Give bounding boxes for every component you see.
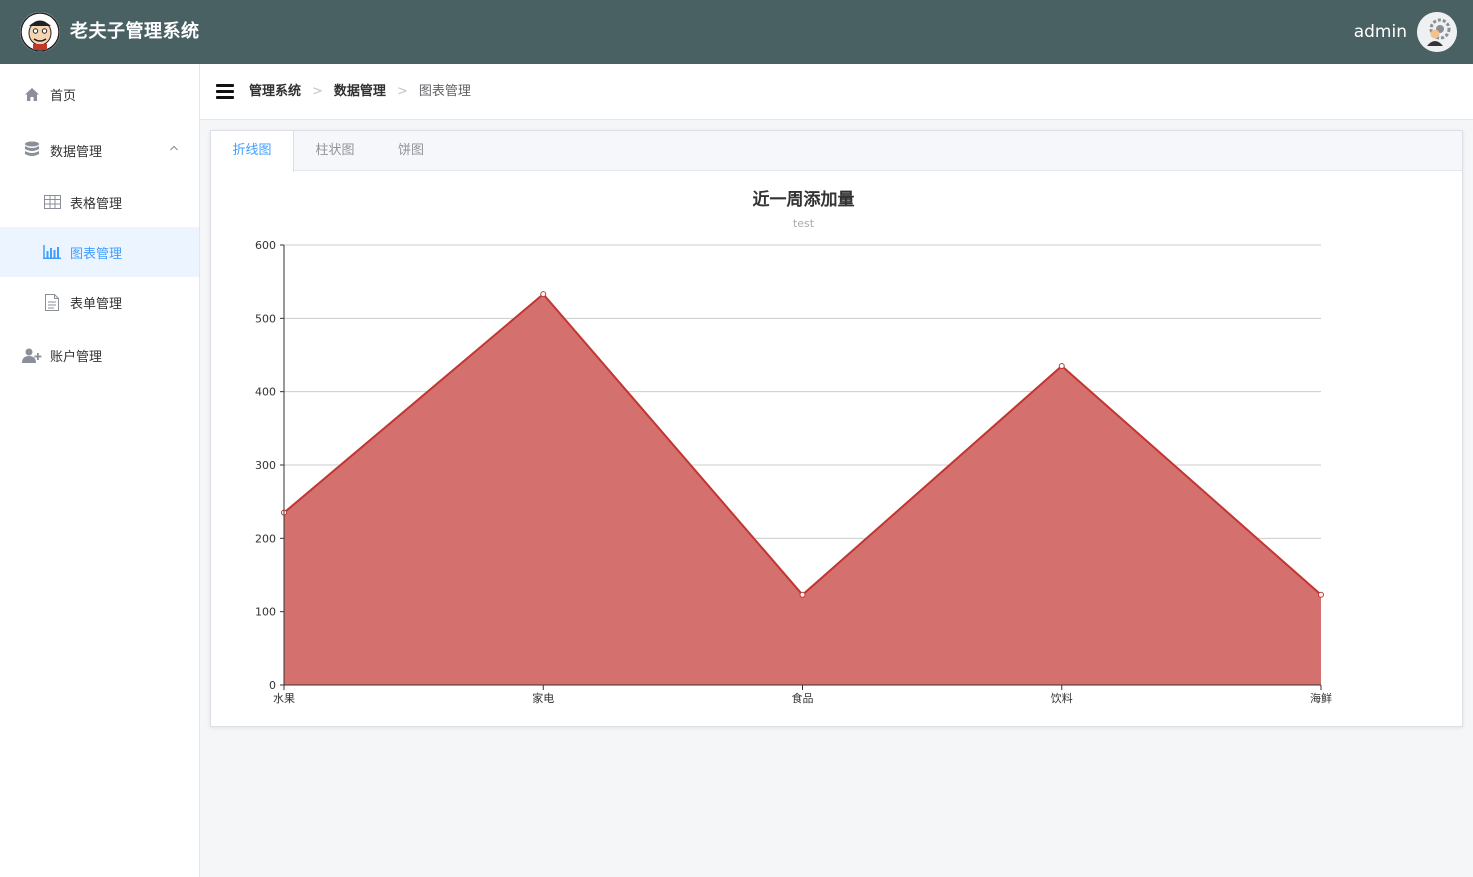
sidebar-item-label: 表单管理 (70, 296, 123, 312)
y-tick-label: 100 (255, 606, 276, 619)
y-tick-label: 300 (255, 459, 276, 472)
x-tick-label: 海鲜 (1310, 691, 1332, 705)
y-tick-label: 0 (269, 679, 276, 692)
bar-chart-icon (42, 242, 62, 262)
username[interactable]: admin (1354, 20, 1407, 44)
sidebar-item-chart-management[interactable]: 图表管理 (0, 227, 199, 277)
table-icon (42, 192, 62, 212)
document-icon (42, 292, 62, 312)
sidebar-item-label: 图表管理 (70, 246, 123, 262)
area-chart: 近一周添加量 test 0 100 200 300 400 500 600 水果 家电 食品 饮料 海鲜 (255, 189, 1332, 705)
sidebar-item-label: 数据管理 (50, 144, 103, 160)
breadcrumb-bar: 管理系统 > 数据管理 > 图表管理 (200, 64, 1473, 120)
chevron-up-icon (169, 142, 179, 157)
logo (20, 12, 60, 52)
chart-subtitle: test (793, 217, 815, 230)
series-area (284, 294, 1321, 685)
breadcrumb-item[interactable]: 管理系统 (249, 82, 301, 102)
data-point (1058, 363, 1065, 369)
database-icon (22, 140, 42, 160)
x-tick-label: 家电 (532, 691, 554, 705)
x-tick-label: 水果 (273, 692, 295, 705)
breadcrumb-item[interactable]: 数据管理 (334, 82, 386, 102)
home-icon (22, 84, 42, 104)
app-title: 老夫子管理系统 (70, 21, 200, 42)
menu-toggle-icon[interactable] (216, 84, 234, 100)
y-tick-label: 500 (255, 312, 276, 325)
y-tick-label: 200 (255, 532, 276, 545)
sidebar-item-label: 首页 (50, 88, 77, 104)
sidebar-item-account-management[interactable]: 账户管理 (0, 330, 199, 380)
sidebar-item-form-management[interactable]: 表单管理 (0, 277, 199, 327)
data-point (1318, 591, 1324, 598)
chart-title: 近一周添加量 (753, 189, 855, 210)
x-tick-label: 饮料 (1051, 691, 1073, 705)
breadcrumb-separator: > (396, 84, 408, 99)
data-point (799, 591, 806, 598)
sidebar-item-home[interactable]: 首页 (0, 69, 199, 119)
sidebar-item-label: 表格管理 (70, 196, 123, 212)
sidebar: 首页 数据管理 表格管理 图表管理 表单管理 账户管理 (0, 64, 200, 877)
user-avatar[interactable] (1417, 12, 1457, 52)
user-add-icon (22, 345, 42, 365)
data-point (540, 291, 547, 298)
y-tick-label: 600 (255, 239, 276, 252)
breadcrumb-separator: > (312, 84, 323, 99)
sidebar-item-data-management[interactable]: 数据管理 (0, 125, 199, 175)
y-tick-label: 400 (255, 386, 276, 399)
breadcrumb-item-current: 图表管理 (418, 84, 471, 99)
top-header: 老夫子管理系统 admin (0, 0, 1473, 64)
breadcrumb: 管理系统 > 数据管理 > 图表管理 (249, 82, 471, 102)
sidebar-item-label: 账户管理 (50, 349, 103, 365)
x-tick-label: 食品 (792, 691, 814, 705)
chart-card: 折线图 柱状图 饼图 近一周添加量 test 0 100 200 300 400 500 600… (210, 130, 1463, 727)
sidebar-item-table-management[interactable]: 表格管理 (0, 177, 199, 227)
